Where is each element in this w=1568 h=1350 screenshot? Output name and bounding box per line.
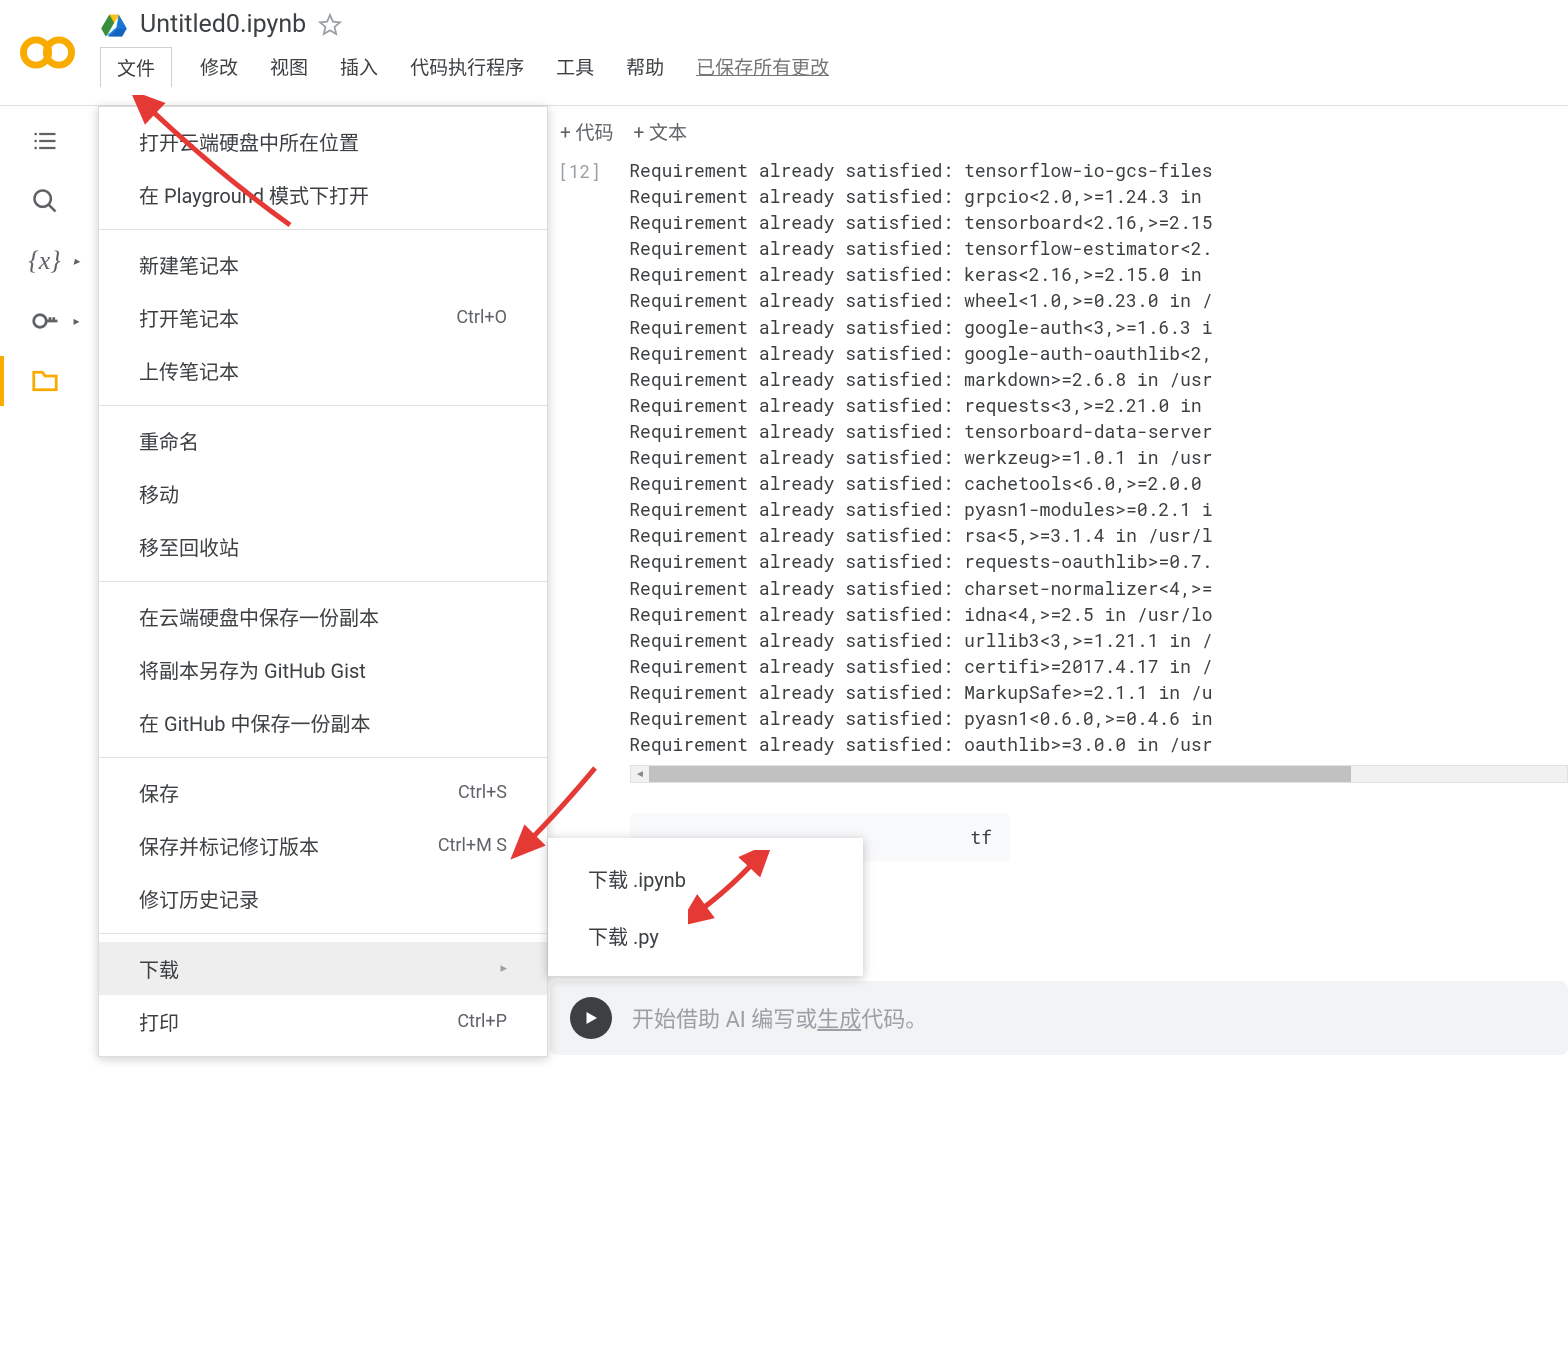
add-text-button[interactable]: + 文本: [634, 118, 688, 145]
menu-file[interactable]: 文件: [100, 47, 172, 87]
file-menu-dropdown: 打开云端硬盘中所在位置在 Playground 模式下打开新建笔记本打开笔记本C…: [98, 106, 548, 1057]
ai-placeholder: 开始借助 AI 编写或生成代码。: [632, 1002, 927, 1034]
menu-tools[interactable]: 工具: [552, 47, 598, 87]
code-text: tf: [970, 825, 992, 849]
title-row: Untitled0.ipynb: [100, 10, 1568, 39]
header-right: Untitled0.ipynb 文件 修改 视图 插入 代码执行程序 工具 帮助…: [100, 10, 1568, 87]
variables-icon[interactable]: {x}▸: [30, 246, 60, 276]
menu-entry[interactable]: 在 Playground 模式下打开: [99, 168, 547, 221]
menu-entry[interactable]: 打印Ctrl+P: [99, 995, 547, 1048]
files-icon[interactable]: [30, 366, 60, 396]
download-ipynb[interactable]: 下载 .ipynb: [548, 850, 863, 907]
toc-icon[interactable]: [30, 126, 60, 156]
menu-entry[interactable]: 在 GitHub 中保存一份副本: [99, 696, 547, 749]
menu-runtime[interactable]: 代码执行程序: [406, 47, 528, 87]
header: Untitled0.ipynb 文件 修改 视图 插入 代码执行程序 工具 帮助…: [0, 0, 1568, 106]
search-icon[interactable]: [30, 186, 60, 216]
menu-view[interactable]: 视图: [266, 47, 312, 87]
menu-entry[interactable]: 将副本另存为 GitHub Gist: [99, 643, 547, 696]
horizontal-scrollbar[interactable]: ◄: [630, 765, 1568, 783]
doc-title[interactable]: Untitled0.ipynb: [140, 10, 306, 39]
add-code-button[interactable]: + 代码: [560, 118, 614, 145]
chevron-right-icon: ▸: [500, 961, 507, 976]
menu-entry[interactable]: 打开笔记本Ctrl+O: [99, 291, 547, 344]
menu-help[interactable]: 帮助: [622, 47, 668, 87]
menu-insert[interactable]: 插入: [336, 47, 382, 87]
download-submenu: 下载 .ipynb 下载 .py: [548, 838, 863, 976]
menu-entry[interactable]: 下载▸: [99, 942, 547, 995]
play-icon[interactable]: [570, 997, 612, 1039]
cell-execution-count: [12]: [550, 157, 609, 185]
drive-icon: [100, 11, 128, 39]
ai-code-cell[interactable]: 开始借助 AI 编写或生成代码。: [550, 981, 1568, 1055]
scrollbar-thumb[interactable]: [649, 766, 1351, 782]
cell-output: Requirement already satisfied: tensorflo…: [619, 157, 1212, 757]
menu-entry[interactable]: 移动: [99, 467, 547, 520]
secrets-icon[interactable]: ▸: [30, 306, 60, 336]
menu-entry[interactable]: 移至回收站: [99, 520, 547, 573]
star-icon[interactable]: [318, 13, 342, 37]
left-rail: {x}▸ ▸: [0, 106, 90, 1350]
menu-entry[interactable]: 修订历史记录: [99, 872, 547, 925]
menu-edit[interactable]: 修改: [196, 47, 242, 87]
menu-entry[interactable]: 在云端硬盘中保存一份副本: [99, 590, 547, 643]
menu-entry[interactable]: 重命名: [99, 414, 547, 467]
menu-bar: 文件 修改 视图 插入 代码执行程序 工具 帮助 已保存所有更改: [100, 47, 1568, 87]
download-py[interactable]: 下载 .py: [548, 907, 863, 964]
menu-entry[interactable]: 打开云端硬盘中所在位置: [99, 115, 547, 168]
colab-logo-icon: [20, 25, 75, 80]
menu-entry[interactable]: 上传笔记本: [99, 344, 547, 397]
menu-entry[interactable]: 保存并标记修订版本Ctrl+M S: [99, 819, 547, 872]
save-status[interactable]: 已保存所有更改: [692, 47, 833, 87]
menu-entry[interactable]: 保存Ctrl+S: [99, 766, 547, 819]
scroll-left-arrow[interactable]: ◄: [631, 766, 649, 782]
menu-entry[interactable]: 新建笔记本: [99, 238, 547, 291]
